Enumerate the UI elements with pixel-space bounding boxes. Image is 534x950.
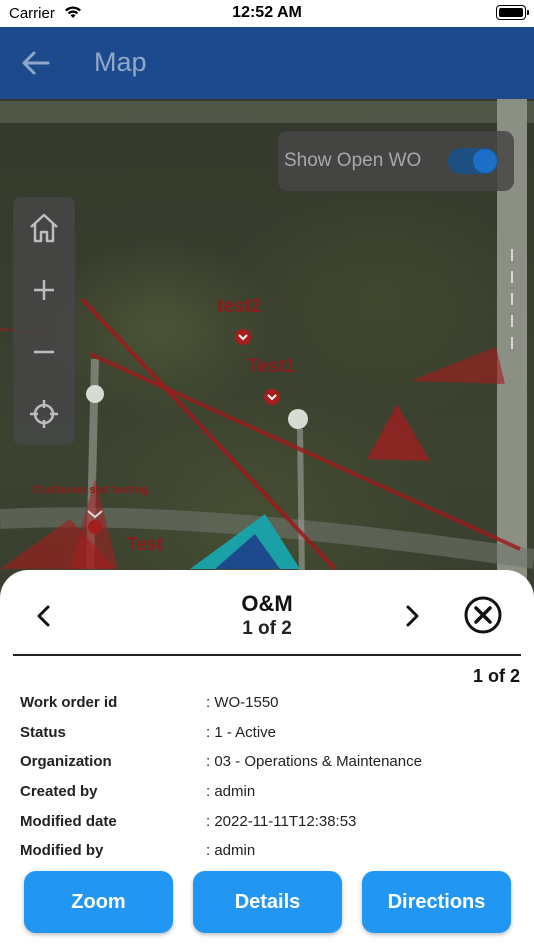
detail-row: Status : 1 - Active: [20, 724, 520, 754]
detail-value: : 1 - Active: [206, 723, 277, 741]
marker-test1[interactable]: [264, 389, 280, 405]
sheet-divider: [13, 654, 521, 656]
record-counter: 1 of 2: [472, 666, 520, 686]
chevron-right-icon[interactable]: [398, 602, 426, 630]
app-bar: Map: [0, 27, 534, 99]
detail-key: Status: [20, 723, 66, 741]
sheet-pager: 1 of 2: [242, 618, 292, 639]
detail-row: Work order id : WO-1550: [20, 694, 520, 724]
detail-key: Modified by: [20, 842, 104, 860]
detail-value: : 2022-11-11T12:38:53: [206, 812, 357, 830]
map-controls: [13, 197, 75, 445]
detail-value: : 03 - Operations & Maintenance: [206, 753, 422, 771]
map-label-test: Test: [127, 534, 163, 554]
close-icon[interactable]: [463, 595, 503, 635]
show-open-wo-panel: Show Open WO: [278, 131, 514, 191]
detail-value: : admin: [206, 783, 256, 801]
map-label-confusion: Confusion stat testing: [32, 484, 149, 496]
directions-button[interactable]: Directions: [362, 871, 511, 933]
toggle-knob: [473, 149, 497, 173]
show-open-wo-label: Show Open WO: [284, 150, 422, 171]
detail-value: : admin: [206, 842, 256, 860]
work-order-sheet: O&M 1 of 2 1 of 2 Work order id : WO-1550…: [0, 570, 534, 950]
map-label-test2: test2: [217, 296, 262, 317]
zoom-in-icon[interactable]: [13, 259, 75, 321]
detail-key: Work order id: [20, 694, 118, 711]
marker-test2[interactable]: [235, 329, 251, 345]
detail-row: Created by : admin: [20, 783, 520, 813]
back-arrow-icon[interactable]: [18, 47, 54, 79]
home-icon[interactable]: [13, 197, 75, 259]
detail-value: : WO-1550: [206, 694, 279, 711]
battery-icon: [496, 5, 529, 20]
detail-key: Created by: [20, 783, 98, 801]
detail-key: Organization: [20, 753, 112, 771]
detail-list: Work order id : WO-1550 Status : 1 - Activ…: [20, 694, 520, 872]
page-title: Map: [94, 47, 147, 77]
zoom-button[interactable]: Zoom: [24, 871, 173, 933]
detail-row: Organization : 03 - Operations & Maintena…: [20, 753, 520, 783]
map-label-test1: Test1: [247, 356, 296, 377]
details-button[interactable]: Details: [193, 871, 342, 933]
status-bar: Carrier 12:52 AM: [0, 0, 534, 27]
show-open-wo-toggle[interactable]: [448, 148, 498, 174]
locate-icon[interactable]: [13, 383, 75, 445]
detail-row: Modified date : 2022-11-11T12:38:53: [20, 813, 520, 843]
clock: 12:52 AM: [232, 4, 302, 21]
sheet-title: O&M: [241, 591, 293, 616]
zoom-out-icon[interactable]: [13, 321, 75, 383]
detail-row: Modified by : admin: [20, 842, 520, 872]
detail-key: Modified date: [20, 812, 117, 830]
